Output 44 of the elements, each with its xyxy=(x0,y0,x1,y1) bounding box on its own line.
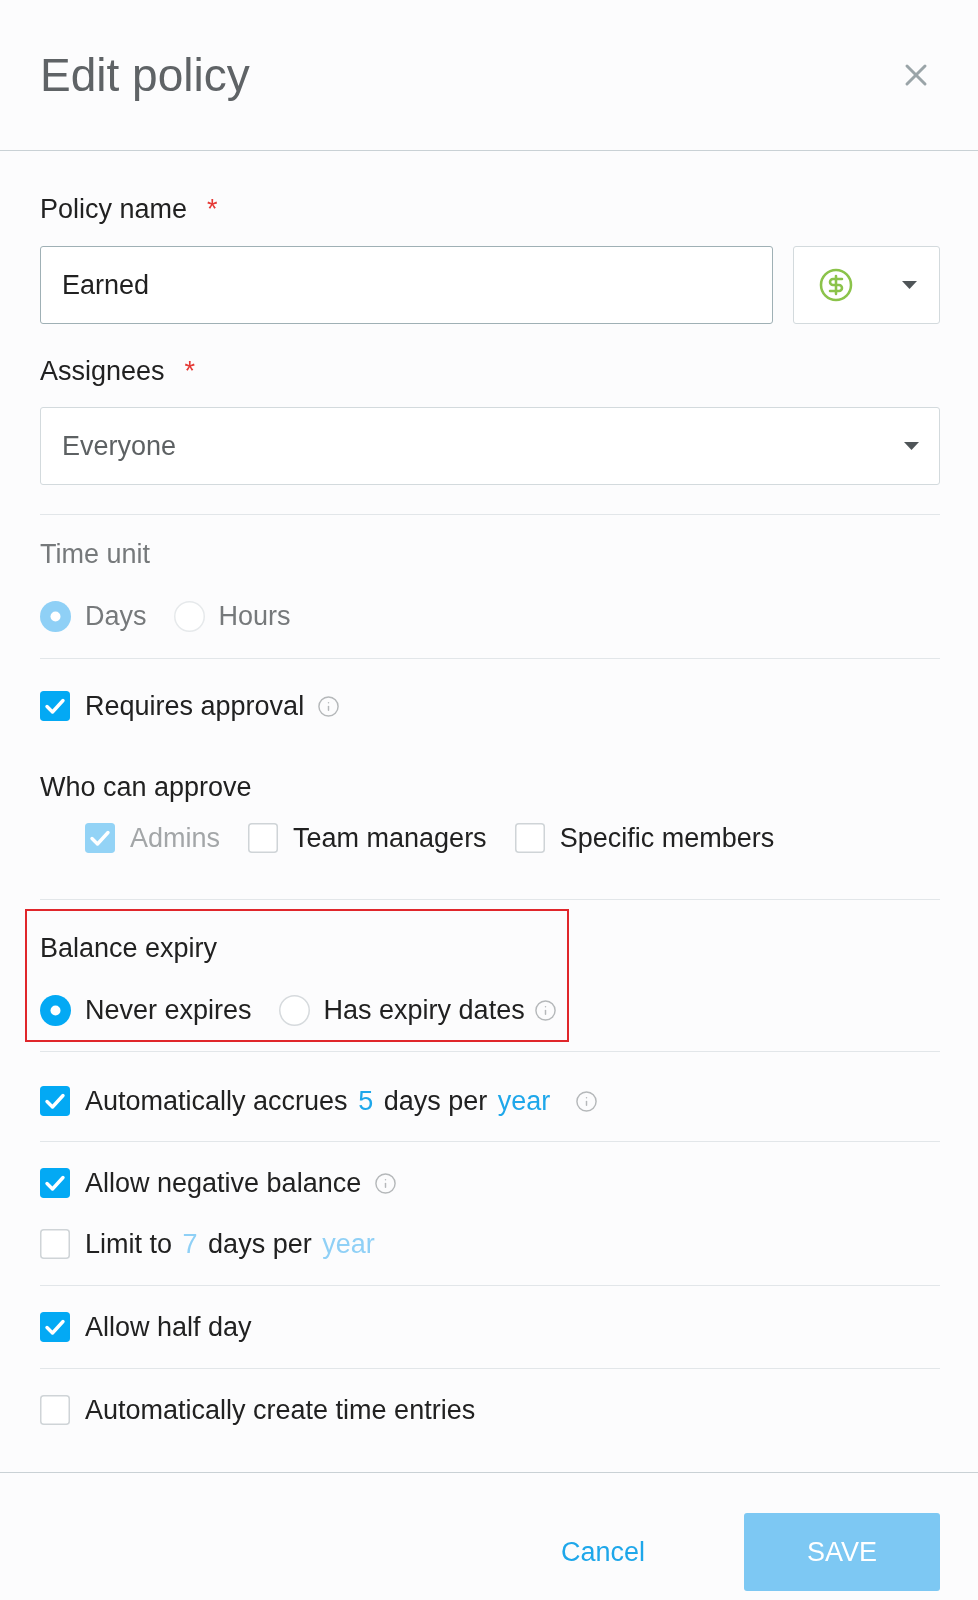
required-mark: * xyxy=(184,355,196,387)
checkbox[interactable] xyxy=(40,1312,70,1342)
option-label: Never expires xyxy=(85,993,252,1027)
field-label: Policy name xyxy=(40,193,188,225)
section-label: Who can approve xyxy=(40,771,252,803)
assignees-select[interactable]: Everyone xyxy=(40,407,940,485)
info-icon[interactable] xyxy=(317,694,341,718)
checkbox[interactable] xyxy=(514,823,545,853)
option-label: Hours xyxy=(218,599,291,633)
dollar-icon xyxy=(818,267,854,303)
checkbox[interactable] xyxy=(40,691,70,721)
option-label: Days xyxy=(85,599,147,633)
setting-label: Allow half day xyxy=(85,1310,252,1344)
info-icon[interactable] xyxy=(533,998,557,1022)
name-field[interactable]: Earned xyxy=(40,246,773,324)
info-icon[interactable] xyxy=(575,1089,599,1113)
option-label: Has expiry dates xyxy=(323,993,525,1027)
checkbox[interactable] xyxy=(40,1168,70,1198)
value-link[interactable]: year xyxy=(497,1085,551,1116)
checkbox[interactable] xyxy=(248,823,279,853)
radio-button[interactable] xyxy=(40,994,71,1026)
checkbox[interactable] xyxy=(40,1229,70,1259)
option-label: Admins xyxy=(130,821,221,855)
section-label: Balance expiry xyxy=(40,932,218,964)
field-label: Assignees xyxy=(40,355,165,387)
section-label: Time unit xyxy=(40,538,151,570)
cancel-button[interactable]: Cancel xyxy=(536,1513,669,1591)
checkbox[interactable] xyxy=(40,1395,70,1425)
icon-select[interactable] xyxy=(793,246,940,324)
info-icon[interactable] xyxy=(374,1171,398,1195)
value-link[interactable]: 5 xyxy=(358,1085,374,1116)
setting-label: Automatically create time entries xyxy=(85,1393,476,1427)
setting-label: Requires approval xyxy=(85,689,305,723)
radio-button[interactable] xyxy=(278,994,310,1026)
option-label: Team managers xyxy=(293,821,487,855)
required-mark: * xyxy=(207,193,218,225)
setting-label: Allow negative balance xyxy=(85,1166,362,1200)
dialog-title: Edit policy xyxy=(40,47,250,103)
caret-icon xyxy=(902,281,917,289)
option-label: Specific members xyxy=(559,821,775,855)
setting-label: Automatically accrues 5 days per year xyxy=(85,1084,552,1118)
checkbox[interactable] xyxy=(40,1086,70,1116)
setting-label: Limit to 7 days per year xyxy=(85,1227,376,1261)
caret-icon xyxy=(904,442,919,450)
